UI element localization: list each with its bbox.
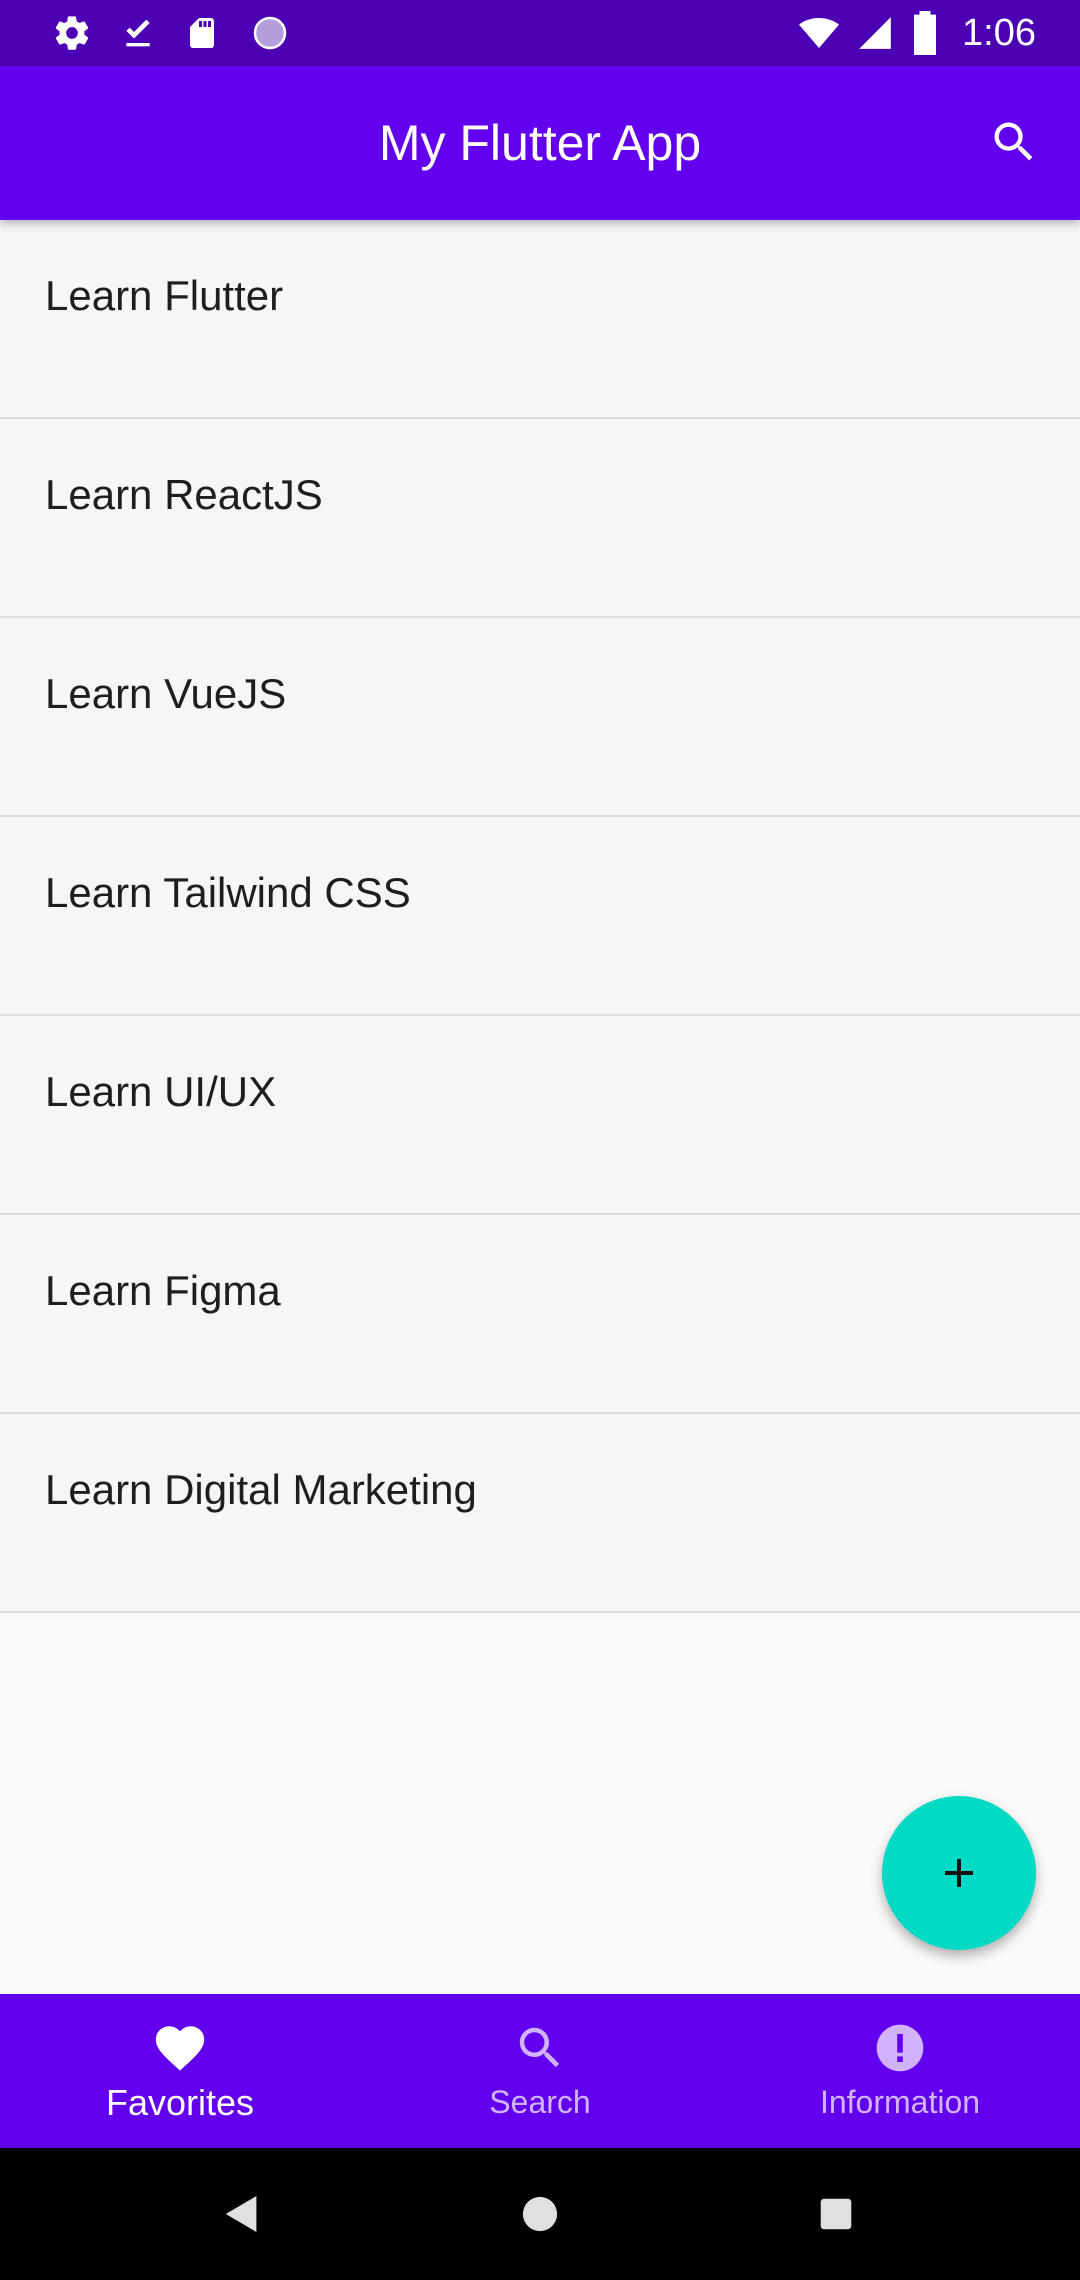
add-icon — [945, 1859, 973, 1887]
app-bar-search-button[interactable] — [984, 112, 1044, 172]
bottom-nav-search[interactable]: Search — [360, 1994, 720, 2148]
list-item-label: Learn UI/UX — [45, 1068, 277, 1115]
nav-label: Search — [489, 2084, 591, 2120]
course-list: Learn Flutter Learn ReactJS Learn VueJS … — [0, 220, 1080, 1613]
add-fab-button[interactable] — [882, 1796, 1036, 1950]
search-icon — [513, 2020, 567, 2076]
back-icon — [225, 2196, 257, 2232]
status-bar: 1:06 — [0, 0, 1080, 66]
list-item-label: Learn Digital Marketing — [45, 1466, 477, 1513]
search-icon — [994, 122, 1033, 161]
list-item[interactable]: Learn ReactJS — [0, 419, 1080, 618]
home-icon — [522, 2196, 558, 2232]
heart-icon — [151, 2020, 209, 2076]
sd-card-icon — [184, 0, 220, 66]
list-item[interactable]: Learn Flutter — [0, 220, 1080, 419]
list-item[interactable]: Learn UI/UX — [0, 1016, 1080, 1215]
nav-label: Information — [819, 2084, 981, 2120]
info-icon — [872, 2020, 928, 2076]
list-item-label: Learn VueJS — [45, 670, 287, 717]
list-item-label: Learn Figma — [45, 1267, 281, 1314]
status-clock: 1:06 — [962, 12, 1036, 54]
bottom-nav-favorites[interactable]: Favorites — [0, 1994, 360, 2148]
circle-icon — [250, 0, 290, 66]
back-button[interactable] — [202, 2148, 282, 2280]
bottom-nav-information[interactable]: Information — [720, 1994, 1080, 2148]
system-nav-bar — [0, 2148, 1080, 2280]
home-button[interactable] — [500, 2148, 580, 2280]
list-item-label: Learn Flutter — [45, 272, 284, 319]
list-item[interactable]: Learn Figma — [0, 1215, 1080, 1414]
list-item-label: Learn Tailwind CSS — [45, 869, 411, 916]
list-item[interactable]: Learn Tailwind CSS — [0, 817, 1080, 1016]
list-item-label: Learn ReactJS — [45, 471, 323, 518]
recents-button[interactable] — [796, 2148, 876, 2280]
recents-icon — [820, 2198, 852, 2230]
settings-icon — [52, 0, 92, 66]
signal-icon — [856, 0, 894, 66]
battery-icon — [910, 0, 940, 66]
nav-label: Favorites — [105, 2082, 255, 2123]
list-item[interactable]: Learn Digital Marketing — [0, 1414, 1080, 1613]
download-done-icon — [118, 0, 158, 66]
bottom-nav: Favorites Search Information — [0, 1994, 1080, 2148]
wifi-icon — [796, 0, 842, 66]
app-title: My Flutter App — [378, 115, 702, 171]
list-item[interactable]: Learn VueJS — [0, 618, 1080, 817]
app-bar: My Flutter App — [0, 66, 1080, 220]
